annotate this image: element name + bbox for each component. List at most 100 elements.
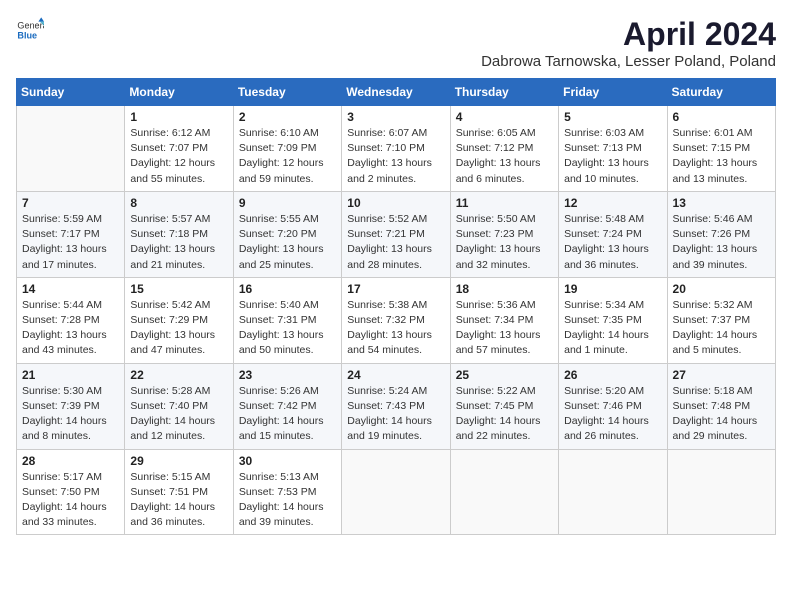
weekday-header-sunday: Sunday <box>17 79 125 106</box>
day-info: Sunrise: 5:57 AMSunset: 7:18 PMDaylight:… <box>130 212 227 273</box>
day-info: Sunrise: 5:59 AMSunset: 7:17 PMDaylight:… <box>22 212 119 273</box>
title-block: April 2024 Dabrowa Tarnowska, Lesser Pol… <box>481 16 776 70</box>
svg-text:Blue: Blue <box>17 30 37 40</box>
day-info: Sunrise: 5:32 AMSunset: 7:37 PMDaylight:… <box>673 298 770 359</box>
day-number: 12 <box>564 196 661 210</box>
day-number: 25 <box>456 368 553 382</box>
calendar-week-row: 21 Sunrise: 5:30 AMSunset: 7:39 PMDayligh… <box>17 363 776 449</box>
day-info: Sunrise: 5:50 AMSunset: 7:23 PMDaylight:… <box>456 212 553 273</box>
calendar-cell: 7 Sunrise: 5:59 AMSunset: 7:17 PMDaylight… <box>17 191 125 277</box>
calendar-cell: 18 Sunrise: 5:36 AMSunset: 7:34 PMDayligh… <box>450 277 558 363</box>
calendar-week-row: 7 Sunrise: 5:59 AMSunset: 7:17 PMDaylight… <box>17 191 776 277</box>
calendar-cell <box>17 106 125 192</box>
day-info: Sunrise: 5:44 AMSunset: 7:28 PMDaylight:… <box>22 298 119 359</box>
day-number: 11 <box>456 196 553 210</box>
calendar-cell: 21 Sunrise: 5:30 AMSunset: 7:39 PMDayligh… <box>17 363 125 449</box>
day-info: Sunrise: 5:15 AMSunset: 7:51 PMDaylight:… <box>130 470 227 531</box>
weekday-header-wednesday: Wednesday <box>342 79 450 106</box>
day-info: Sunrise: 5:34 AMSunset: 7:35 PMDaylight:… <box>564 298 661 359</box>
day-info: Sunrise: 5:40 AMSunset: 7:31 PMDaylight:… <box>239 298 336 359</box>
day-info: Sunrise: 5:30 AMSunset: 7:39 PMDaylight:… <box>22 384 119 445</box>
day-info: Sunrise: 5:36 AMSunset: 7:34 PMDaylight:… <box>456 298 553 359</box>
day-info: Sunrise: 6:03 AMSunset: 7:13 PMDaylight:… <box>564 126 661 187</box>
day-info: Sunrise: 5:46 AMSunset: 7:26 PMDaylight:… <box>673 212 770 273</box>
day-number: 2 <box>239 110 336 124</box>
day-number: 1 <box>130 110 227 124</box>
day-number: 28 <box>22 454 119 468</box>
day-number: 14 <box>22 282 119 296</box>
day-info: Sunrise: 5:52 AMSunset: 7:21 PMDaylight:… <box>347 212 444 273</box>
calendar-cell <box>450 449 558 535</box>
calendar-cell: 1 Sunrise: 6:12 AMSunset: 7:07 PMDaylight… <box>125 106 233 192</box>
calendar-week-row: 28 Sunrise: 5:17 AMSunset: 7:50 PMDayligh… <box>17 449 776 535</box>
calendar-week-row: 14 Sunrise: 5:44 AMSunset: 7:28 PMDayligh… <box>17 277 776 363</box>
calendar-table: SundayMondayTuesdayWednesdayThursdayFrid… <box>16 78 776 535</box>
day-number: 30 <box>239 454 336 468</box>
calendar-week-row: 1 Sunrise: 6:12 AMSunset: 7:07 PMDaylight… <box>17 106 776 192</box>
day-info: Sunrise: 6:12 AMSunset: 7:07 PMDaylight:… <box>130 126 227 187</box>
day-number: 21 <box>22 368 119 382</box>
day-number: 5 <box>564 110 661 124</box>
calendar-cell: 17Sunrise: 5:38 AMSunset: 7:32 PMDayligh… <box>342 277 450 363</box>
calendar-cell: 27 Sunrise: 5:18 AMSunset: 7:48 PMDayligh… <box>667 363 775 449</box>
weekday-header-row: SundayMondayTuesdayWednesdayThursdayFrid… <box>17 79 776 106</box>
calendar-cell: 14 Sunrise: 5:44 AMSunset: 7:28 PMDayligh… <box>17 277 125 363</box>
day-number: 23 <box>239 368 336 382</box>
logo: General Blue <box>16 16 44 44</box>
day-number: 3 <box>347 110 444 124</box>
day-info: Sunrise: 5:48 AMSunset: 7:24 PMDaylight:… <box>564 212 661 273</box>
calendar-cell: 11 Sunrise: 5:50 AMSunset: 7:23 PMDayligh… <box>450 191 558 277</box>
day-number: 27 <box>673 368 770 382</box>
weekday-header-thursday: Thursday <box>450 79 558 106</box>
weekday-header-saturday: Saturday <box>667 79 775 106</box>
calendar-cell <box>342 449 450 535</box>
day-info: Sunrise: 5:28 AMSunset: 7:40 PMDaylight:… <box>130 384 227 445</box>
calendar-cell: 4Sunrise: 6:05 AMSunset: 7:12 PMDaylight… <box>450 106 558 192</box>
day-number: 10 <box>347 196 444 210</box>
page-header: General Blue April 2024 Dabrowa Tarnowsk… <box>16 16 776 70</box>
day-number: 20 <box>673 282 770 296</box>
calendar-cell: 22 Sunrise: 5:28 AMSunset: 7:40 PMDayligh… <box>125 363 233 449</box>
calendar-cell: 8 Sunrise: 5:57 AMSunset: 7:18 PMDaylight… <box>125 191 233 277</box>
calendar-cell: 5 Sunrise: 6:03 AMSunset: 7:13 PMDaylight… <box>559 106 667 192</box>
subtitle: Dabrowa Tarnowska, Lesser Poland, Poland <box>481 53 776 70</box>
day-number: 19 <box>564 282 661 296</box>
calendar-cell: 24Sunrise: 5:24 AMSunset: 7:43 PMDayligh… <box>342 363 450 449</box>
day-number: 22 <box>130 368 227 382</box>
day-number: 9 <box>239 196 336 210</box>
calendar-cell: 15Sunrise: 5:42 AMSunset: 7:29 PMDayligh… <box>125 277 233 363</box>
weekday-header-tuesday: Tuesday <box>233 79 341 106</box>
day-info: Sunrise: 6:10 AMSunset: 7:09 PMDaylight:… <box>239 126 336 187</box>
calendar-cell: 25 Sunrise: 5:22 AMSunset: 7:45 PMDayligh… <box>450 363 558 449</box>
calendar-cell: 20 Sunrise: 5:32 AMSunset: 7:37 PMDayligh… <box>667 277 775 363</box>
day-number: 8 <box>130 196 227 210</box>
day-info: Sunrise: 5:18 AMSunset: 7:48 PMDaylight:… <box>673 384 770 445</box>
day-number: 7 <box>22 196 119 210</box>
svg-text:General: General <box>17 21 44 31</box>
day-number: 13 <box>673 196 770 210</box>
logo-icon: General Blue <box>16 16 44 44</box>
day-info: Sunrise: 5:22 AMSunset: 7:45 PMDaylight:… <box>456 384 553 445</box>
day-number: 29 <box>130 454 227 468</box>
day-number: 17 <box>347 282 444 296</box>
weekday-header-friday: Friday <box>559 79 667 106</box>
calendar-cell: 12 Sunrise: 5:48 AMSunset: 7:24 PMDayligh… <box>559 191 667 277</box>
calendar-cell: 19 Sunrise: 5:34 AMSunset: 7:35 PMDayligh… <box>559 277 667 363</box>
calendar-cell: 29 Sunrise: 5:15 AMSunset: 7:51 PMDayligh… <box>125 449 233 535</box>
day-number: 26 <box>564 368 661 382</box>
weekday-header-monday: Monday <box>125 79 233 106</box>
day-number: 16 <box>239 282 336 296</box>
day-info: Sunrise: 5:13 AMSunset: 7:53 PMDaylight:… <box>239 470 336 531</box>
calendar-cell: 26 Sunrise: 5:20 AMSunset: 7:46 PMDayligh… <box>559 363 667 449</box>
day-info: Sunrise: 5:26 AMSunset: 7:42 PMDaylight:… <box>239 384 336 445</box>
calendar-cell: 16 Sunrise: 5:40 AMSunset: 7:31 PMDayligh… <box>233 277 341 363</box>
calendar-cell <box>559 449 667 535</box>
day-info: Sunrise: 5:24 AMSunset: 7:43 PMDaylight:… <box>347 384 444 445</box>
day-number: 18 <box>456 282 553 296</box>
day-info: Sunrise: 5:20 AMSunset: 7:46 PMDaylight:… <box>564 384 661 445</box>
day-info: Sunrise: 5:17 AMSunset: 7:50 PMDaylight:… <box>22 470 119 531</box>
day-info: Sunrise: 6:01 AMSunset: 7:15 PMDaylight:… <box>673 126 770 187</box>
calendar-cell <box>667 449 775 535</box>
calendar-cell: 23 Sunrise: 5:26 AMSunset: 7:42 PMDayligh… <box>233 363 341 449</box>
calendar-cell: 10 Sunrise: 5:52 AMSunset: 7:21 PMDayligh… <box>342 191 450 277</box>
